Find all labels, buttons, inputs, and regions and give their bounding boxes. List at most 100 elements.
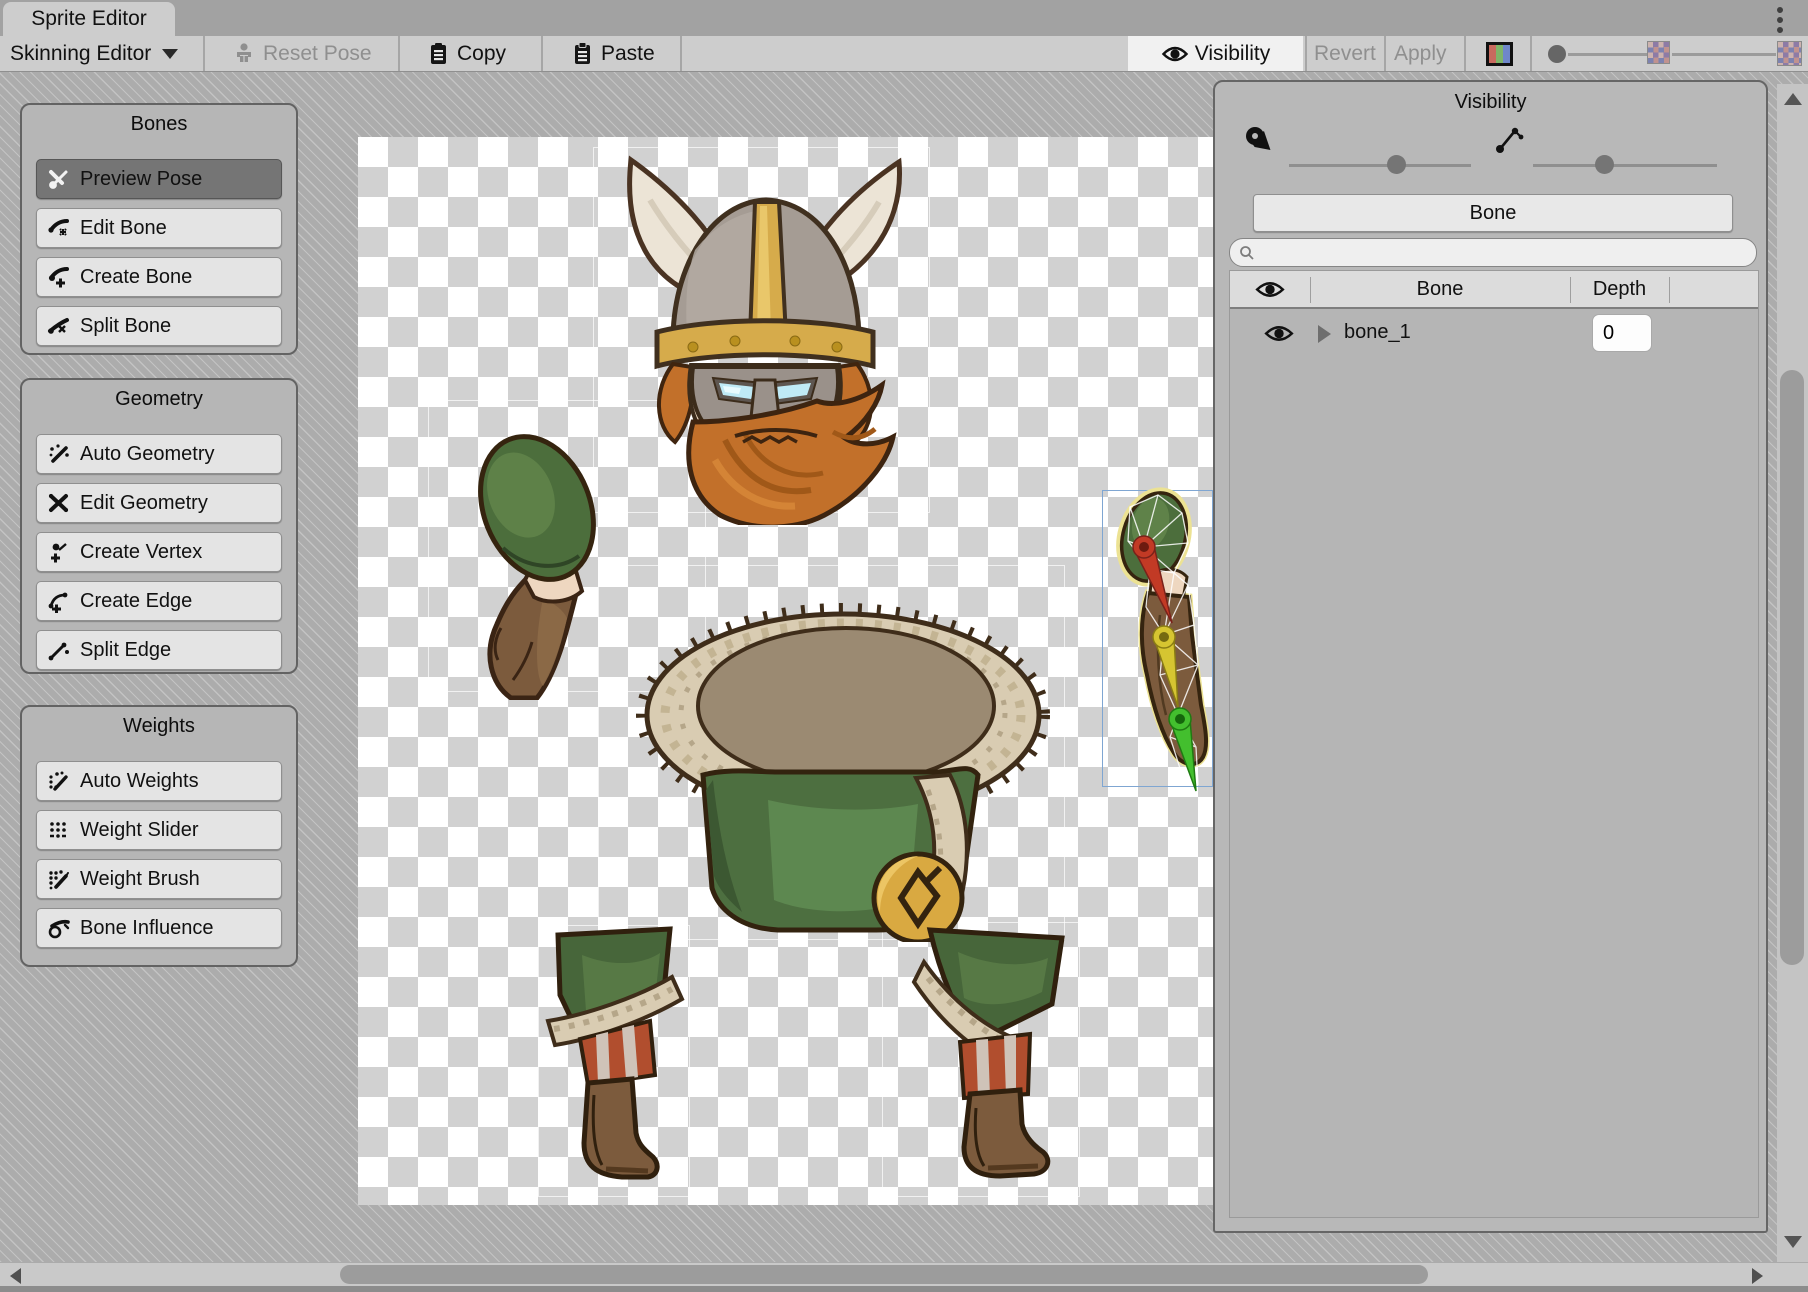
auto-geometry-icon: [47, 442, 71, 466]
revert-label: Revert: [1314, 42, 1376, 66]
depth-input[interactable]: [1592, 314, 1652, 352]
auto-weights-icon: [47, 769, 71, 793]
paste-label: Paste: [601, 42, 655, 66]
sprite-head[interactable]: [595, 140, 935, 525]
auto-weights-button[interactable]: Auto Weights: [36, 761, 282, 801]
toolbar-separator: [398, 36, 400, 71]
visibility-panel: Visibility Bone: [1213, 80, 1768, 1233]
auto-geometry-button[interactable]: Auto Geometry: [36, 434, 282, 474]
button-label: Auto Geometry: [80, 443, 215, 466]
tab-sprite-editor[interactable]: Sprite Editor: [3, 2, 175, 36]
panel-title: Bones: [22, 105, 296, 150]
sprite-canvas[interactable]: [358, 137, 1213, 1205]
reset-pose-button[interactable]: Reset Pose: [232, 36, 372, 71]
tab-title: Sprite Editor: [31, 7, 147, 31]
create-edge-icon: [47, 589, 71, 613]
sprite-mitten[interactable]: [455, 428, 620, 700]
copy-label: Copy: [457, 42, 506, 66]
bone-row[interactable]: bone_1: [1230, 311, 1758, 357]
bone-influence-icon: [47, 916, 71, 940]
skinning-editor-workspace: Bones Preview Pose Edit Bone: [0, 72, 1808, 1262]
mesh-opacity-slider-track[interactable]: [1533, 164, 1717, 167]
panel-title: Geometry: [22, 380, 296, 425]
horizontal-scrollbar-thumb[interactable]: [340, 1265, 1428, 1284]
column-separator: [1669, 277, 1670, 303]
skinning-editor-label: Skinning Editor: [10, 42, 151, 66]
bone-influence-button[interactable]: Bone Influence: [36, 908, 282, 948]
edit-bone-icon: [47, 216, 71, 240]
opacity-slider-handle[interactable]: [1548, 45, 1566, 63]
sprite-torso[interactable]: [618, 600, 1058, 942]
create-bone-icon: [47, 265, 71, 289]
visibility-toggle-button[interactable]: Visibility: [1128, 36, 1303, 71]
bone-table: Bone Depth bone_1: [1229, 270, 1759, 1218]
paste-button[interactable]: Paste: [572, 36, 655, 71]
eye-icon[interactable]: [1263, 324, 1295, 343]
weight-brush-icon: [47, 867, 71, 891]
create-edge-button[interactable]: Create Edge: [36, 581, 282, 621]
visibility-column-header[interactable]: [1230, 271, 1310, 307]
sprite-sheet-icon: [1778, 42, 1801, 65]
search-input[interactable]: [1261, 242, 1731, 263]
person-icon: [232, 42, 256, 66]
bone-tab-button[interactable]: Bone: [1253, 194, 1733, 232]
edit-bone-button[interactable]: Edit Bone: [36, 208, 282, 248]
split-bone-button[interactable]: Split Bone: [36, 306, 282, 346]
column-label: Depth: [1593, 278, 1646, 301]
bone-opacity-slider-track[interactable]: [1289, 164, 1471, 167]
sprite-leg-left[interactable]: [542, 925, 692, 1183]
weight-slider-icon: [47, 818, 71, 842]
bone-opacity-slider-handle[interactable]: [1387, 155, 1406, 174]
bone-filled-icon: [1243, 122, 1279, 158]
weight-brush-button[interactable]: Weight Brush: [36, 859, 282, 899]
clipboard-copy-icon: [428, 42, 450, 66]
scroll-right-arrow-icon[interactable]: [1752, 1268, 1763, 1284]
bone-tab-label: Bone: [1470, 202, 1517, 225]
column-label: Bone: [1417, 278, 1464, 301]
split-bone-icon: [47, 314, 71, 338]
apply-label: Apply: [1394, 42, 1447, 66]
button-label: Create Vertex: [80, 541, 202, 564]
sprite-editor-window: Sprite Editor Skinning Editor Reset Pose: [0, 0, 1808, 1292]
scroll-left-arrow-icon[interactable]: [10, 1268, 21, 1284]
sprite-color-swatch-icon[interactable]: [1486, 42, 1513, 66]
scroll-up-arrow-icon[interactable]: [1784, 93, 1802, 105]
panel-title: Weights: [22, 707, 296, 752]
weight-slider-button[interactable]: Weight Slider: [36, 810, 282, 850]
sprite-leg-right[interactable]: [900, 922, 1078, 1184]
preview-pose-button[interactable]: Preview Pose: [36, 159, 282, 199]
opacity-slider-track[interactable]: [1568, 53, 1648, 56]
eye-icon: [1254, 280, 1286, 299]
button-label: Bone Influence: [80, 917, 213, 940]
bone-column-header[interactable]: Bone: [1310, 271, 1570, 307]
revert-button[interactable]: Revert: [1314, 36, 1376, 71]
window-bottom-edge: [0, 1286, 1808, 1292]
bone-search-field[interactable]: [1229, 238, 1757, 267]
apply-button[interactable]: Apply: [1394, 36, 1447, 71]
vertical-scrollbar-thumb[interactable]: [1780, 370, 1804, 965]
scroll-down-arrow-icon[interactable]: [1784, 1236, 1802, 1248]
sprite-arm-selected[interactable]: [1100, 485, 1213, 795]
opacity-slider-track[interactable]: [1672, 53, 1776, 56]
horizontal-scrollbar[interactable]: [0, 1262, 1808, 1286]
overflow-menu-icon[interactable]: [1776, 7, 1784, 33]
create-bone-button[interactable]: Create Bone: [36, 257, 282, 297]
chevron-down-icon: [162, 49, 178, 59]
visibility-label: Visibility: [1195, 42, 1270, 66]
split-edge-icon: [47, 638, 71, 662]
bone-table-header: Bone Depth: [1230, 271, 1758, 309]
vertical-scrollbar[interactable]: [1777, 84, 1808, 1262]
edit-geometry-button[interactable]: Edit Geometry: [36, 483, 282, 523]
split-edge-button[interactable]: Split Edge: [36, 630, 282, 670]
depth-column-header[interactable]: Depth: [1570, 271, 1669, 307]
toolbar: Skinning Editor Reset Pose Copy: [0, 36, 1808, 72]
toolbar-separator: [1305, 36, 1307, 71]
button-label: Create Bone: [80, 266, 192, 289]
bone-name: bone_1: [1344, 321, 1411, 344]
create-vertex-button[interactable]: Create Vertex: [36, 532, 282, 572]
skinning-editor-dropdown[interactable]: Skinning Editor: [10, 36, 178, 71]
mesh-opacity-slider-handle[interactable]: [1595, 155, 1614, 174]
expander-triangle-icon[interactable]: [1318, 325, 1331, 343]
copy-button[interactable]: Copy: [428, 36, 506, 71]
tab-bar: Sprite Editor: [0, 0, 1808, 36]
